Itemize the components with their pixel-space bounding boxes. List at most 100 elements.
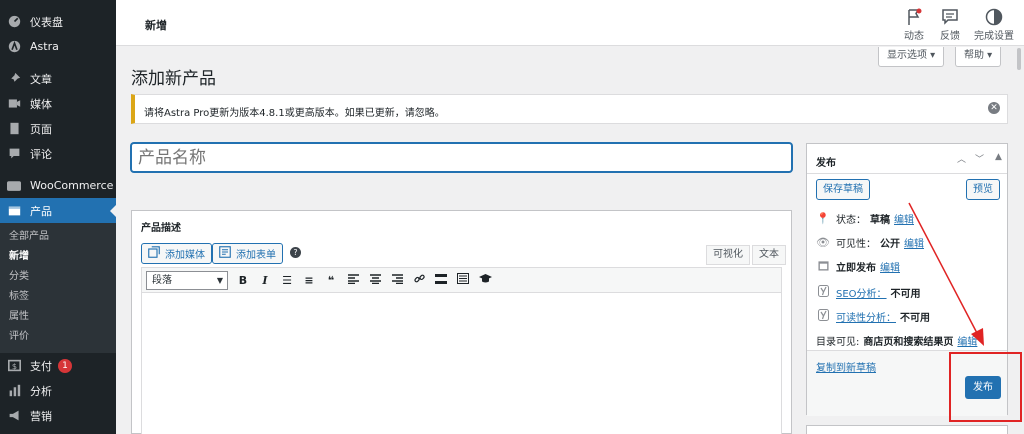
move-up-icon[interactable]: ︿ [957,152,966,165]
header-title: 新增 [145,19,167,32]
publish-heading: 发布 [816,158,836,169]
publish-button[interactable]: 发布 [965,376,1001,399]
align-center-icon[interactable] [366,272,384,290]
menu-payments[interactable]: $ 支付 1 [0,353,116,378]
menu-media[interactable]: 媒体 [0,91,116,116]
menu-label: 支付 [30,359,52,373]
feedback-label: 反馈 [940,31,960,42]
bullet-list-icon[interactable]: ☰ [278,272,296,290]
help-label: 帮助 [964,50,984,61]
menu-astra[interactable]: Astra [0,34,116,59]
submenu-tags[interactable]: 标签 [0,287,116,307]
product-icon [6,203,22,219]
menu-comments[interactable]: 评论 [0,141,116,166]
menu-label: 页面 [30,122,52,136]
bold-icon[interactable]: B [234,272,252,290]
next-metabox [806,425,1008,434]
yoast-seo-icon [816,285,830,300]
editor-content-area[interactable] [141,293,782,434]
italic-icon[interactable]: I [256,272,274,290]
link-icon[interactable] [410,272,428,290]
schedule-row: 立即发布 编辑 [816,259,900,274]
copy-to-draft-link[interactable]: 复制到新草稿 [816,359,876,374]
publish-actions: 复制到新草稿 发布 [807,350,1007,416]
add-media-button[interactable]: 添加媒体 [141,243,212,264]
save-draft-button[interactable]: 保存草稿 [816,179,870,200]
page-icon [6,121,22,137]
submenu-attributes[interactable]: 属性 [0,307,116,327]
description-heading: 产品描述 [141,223,181,234]
catalog-value: 商店页和搜索结果页 [863,337,954,348]
marketing-icon [6,408,22,424]
visibility-row: 👁 可见性： 公开 编辑 [816,235,924,250]
add-form-label: 添加表单 [236,250,276,261]
toolbar-toggle-icon[interactable] [454,272,472,290]
scrollbar[interactable] [1017,48,1021,70]
numbered-list-icon[interactable]: ≡ [300,272,318,290]
feedback-button[interactable]: 反馈 [928,8,972,42]
graduation-cap-icon[interactable] [476,272,494,290]
notice-text: 请将Astra Pro更新为版本4.8.1或更高版本。如果已更新，请忽略。 [144,108,445,119]
align-right-icon[interactable] [388,272,406,290]
submenu-add-new[interactable]: 新增 [0,247,116,267]
seo-analysis-link[interactable]: SEO分析： [836,285,887,300]
menu-pages[interactable]: 页面 [0,116,116,141]
status-label: 状态： [836,215,866,226]
admin-sidebar: 仪表盘 Astra 文章 媒体 页面 评论 WooCommerce 产品 全部产… [0,0,116,434]
submenu-categories[interactable]: 分类 [0,267,116,287]
products-submenu: 全部产品 新增 分类 标签 属性 评价 [0,223,116,353]
dismiss-icon[interactable]: ✕ [988,102,1000,114]
menu-marketing[interactable]: 营销 [0,403,116,428]
add-form-button[interactable]: 添加表单 [212,243,283,264]
edit-catalog-link[interactable]: 编辑 [957,333,977,348]
menu-dashboard[interactable]: 仪表盘 [0,9,116,34]
seo-value: 不可用 [890,289,921,300]
edit-schedule-link[interactable]: 编辑 [880,259,900,274]
collapse-icon[interactable]: ▲ [995,152,1002,162]
editor-toolbar: 段落 ▼ B I ☰ ≡ ❝ [141,267,782,293]
help-button[interactable]: 帮助 ▾ [955,47,1002,67]
product-description-box: 产品描述 添加媒体 添加表单 ? 可视化 文本 段落 ▼ B I ☰ ≡ ❝ [131,210,792,434]
tab-text[interactable]: 文本 [752,245,786,265]
move-down-icon[interactable]: ﹀ [975,152,984,165]
help-icon[interactable]: ? [290,247,301,258]
edit-status-link[interactable]: 编辑 [894,211,914,226]
submenu-all-products[interactable]: 全部产品 [0,227,116,247]
pin-icon: 📍 [816,212,830,225]
chevron-down-icon: ▼ [216,276,223,285]
screen-options-button[interactable]: 显示选项 ▾ [878,47,945,67]
format-select[interactable]: 段落 ▼ [146,271,228,290]
product-name-input[interactable] [131,143,792,172]
woo-icon [6,178,22,194]
menu-woocommerce[interactable]: WooCommerce [0,173,116,198]
edit-visibility-link[interactable]: 编辑 [904,235,924,250]
finish-setup-button[interactable]: 完成设置 [972,8,1016,42]
catalog-label: 目录可见: [816,337,860,348]
visibility-label: 可见性： [836,239,876,250]
menu-label: 评论 [30,147,52,161]
svg-text:$: $ [11,361,16,371]
menu-label: 营销 [30,409,52,423]
align-left-icon[interactable] [344,272,362,290]
update-notice: 请将Astra Pro更新为版本4.8.1或更高版本。如果已更新，请忽略。 ✕ [131,94,1008,124]
seo-row: SEO分析： 不可用 [816,285,925,300]
payments-count-badge: 1 [58,358,72,373]
menu-products[interactable]: 产品 [0,198,116,223]
menu-posts[interactable]: 文章 [0,66,116,91]
tab-visual[interactable]: 可视化 [706,245,750,265]
preview-button[interactable]: 预览 [966,179,1000,200]
screen-options-label: 显示选项 [887,50,927,61]
analytics-icon [6,383,22,399]
menu-analytics[interactable]: 分析 [0,378,116,403]
comment-icon [6,146,22,162]
readability-analysis-link[interactable]: 可读性分析： [836,309,896,324]
blockquote-icon[interactable]: ❝ [322,272,340,290]
dashboard-icon [6,14,22,30]
catalog-visibility-row: 目录可见: 商店页和搜索结果页 编辑 [816,333,977,348]
submenu-reviews[interactable]: 评价 [0,327,116,347]
menu-label: 媒体 [30,97,52,111]
yoast-readability-icon [816,309,830,324]
page-title: 添加新产品 [131,69,216,89]
menu-label: 文章 [30,72,52,86]
read-more-icon[interactable] [432,272,450,290]
